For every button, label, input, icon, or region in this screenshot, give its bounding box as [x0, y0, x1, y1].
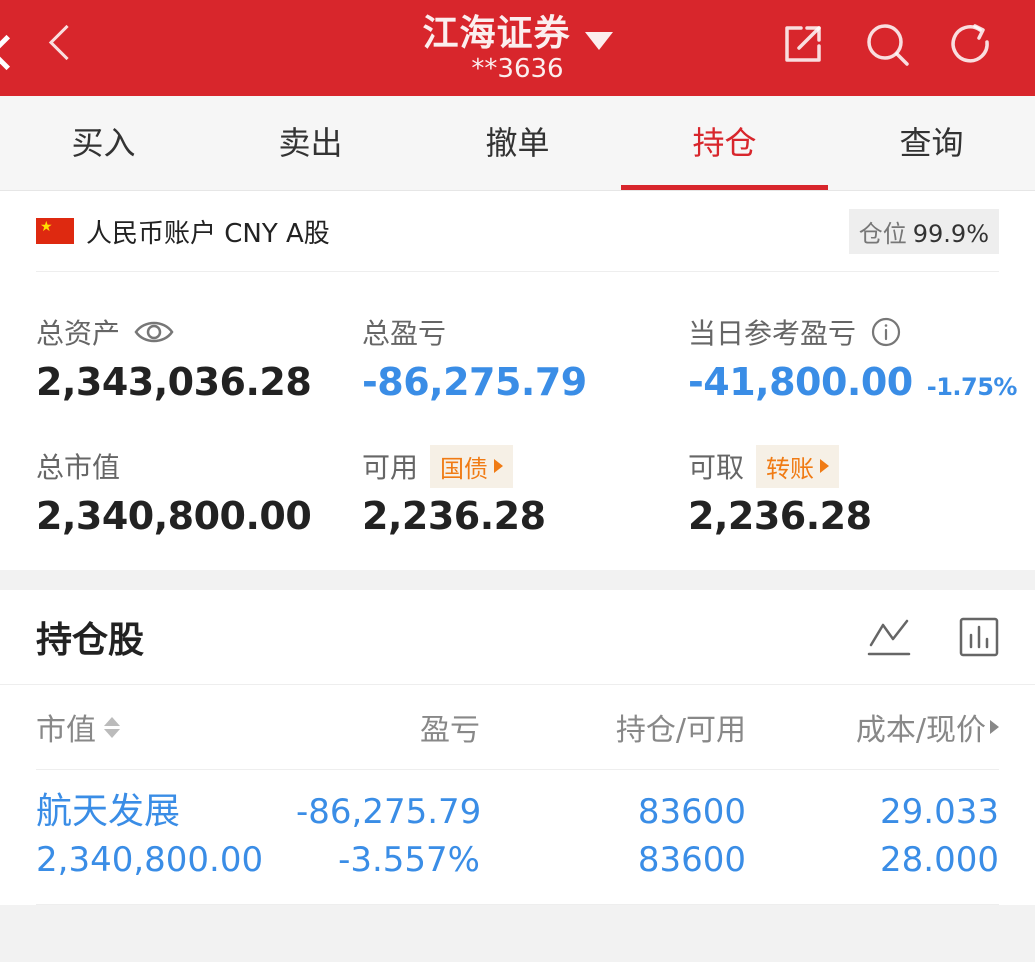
column-pnl: 盈亏 — [420, 713, 480, 748]
position-ratio-label: 仓位 — [858, 219, 907, 248]
holdings-title: 持仓股 — [36, 620, 145, 661]
transfer-link[interactable]: 转账 — [756, 444, 840, 488]
metric-total-assets: 总资产 2,343,036.28 — [36, 312, 362, 404]
stock-position: 83600 — [637, 792, 746, 832]
chevron-right-icon — [990, 720, 999, 734]
market-value-value: 2,340,800.00 — [36, 494, 312, 538]
total-pnl-value: -86,275.79 — [362, 360, 587, 404]
account-summary: ★ 人民币账户 CNY A股 仓位 99.9% 总资产 2,343,036.28 … — [0, 191, 1035, 570]
withdrawable-label: 可取 — [688, 451, 745, 484]
refresh-icon[interactable] — [947, 20, 995, 68]
tab-cancel[interactable]: 撤单 — [414, 96, 621, 190]
table-row[interactable]: 航天发展 2,340,800.00 -86,275.79 -3.557% 836… — [36, 770, 999, 905]
metric-daily-pnl: 当日参考盈亏 -41,800.00 -1.75% — [688, 312, 1017, 404]
bar-chart-icon[interactable] — [959, 617, 999, 657]
play-arrow-icon — [820, 459, 830, 473]
column-market-value[interactable]: 市值 — [36, 705, 296, 749]
available-label: 可用 — [362, 451, 419, 484]
play-arrow-icon — [494, 459, 504, 473]
metric-withdrawable: 可取 转账 2,236.28 — [688, 444, 1017, 538]
search-icon[interactable] — [863, 20, 911, 68]
stock-available: 83600 — [637, 840, 746, 880]
tab-buy[interactable]: 买入 — [0, 96, 207, 190]
withdrawable-value: 2,236.28 — [688, 494, 872, 538]
stock-price: 28.000 — [880, 840, 999, 880]
trade-tabs: 买入 卖出 撤单 持仓 查询 — [0, 96, 1035, 191]
position-ratio-value: 99.9% — [912, 219, 989, 248]
total-pnl-label: 总盈亏 — [362, 317, 447, 350]
eye-icon[interactable] — [134, 319, 174, 345]
market-value-label: 总市值 — [36, 451, 121, 484]
tab-sell[interactable]: 卖出 — [207, 96, 414, 190]
available-value: 2,236.28 — [362, 494, 546, 538]
broker-name: 江海证券 — [422, 13, 571, 54]
share-icon[interactable] — [779, 20, 827, 68]
metric-available: 可用 国债 2,236.28 — [362, 444, 688, 538]
holdings-section: 持仓股 市值 盈亏 持仓/可用 成本/现价 航天发展 2,340,800.00 … — [0, 590, 1035, 905]
line-chart-icon[interactable] — [867, 617, 911, 657]
daily-pnl-label: 当日参考盈亏 — [688, 317, 857, 350]
treasury-bond-link[interactable]: 国债 — [430, 444, 514, 488]
holdings-column-headers: 市值 盈亏 持仓/可用 成本/现价 — [36, 685, 999, 770]
stock-pnl: -86,275.79 — [296, 792, 482, 832]
stock-cost: 29.033 — [880, 792, 999, 832]
metric-market-value: 总市值 2,340,800.00 — [36, 446, 362, 538]
app-header: 江海证券 **3636 — [0, 0, 1035, 96]
daily-pnl-percent: -1.75% — [926, 373, 1018, 401]
tab-positions[interactable]: 持仓 — [621, 96, 828, 190]
stock-name: 航天发展 — [36, 791, 181, 832]
stock-pnl-percent: -3.557% — [338, 840, 480, 880]
total-assets-value: 2,343,036.28 — [36, 360, 312, 404]
position-ratio-badge: 仓位 99.9% — [848, 208, 999, 254]
stock-market-value: 2,340,800.00 — [36, 840, 264, 880]
column-position: 持仓/可用 — [615, 713, 746, 748]
column-cost-price[interactable]: 成本/现价 — [746, 705, 999, 749]
caret-down-icon — [584, 31, 613, 50]
account-label: 人民币账户 CNY A股 — [86, 218, 330, 249]
sort-icon — [104, 716, 120, 738]
asset-metrics: 总资产 2,343,036.28 总盈亏 -86,275.79 当日参考盈亏 -… — [36, 272, 1017, 570]
tab-query[interactable]: 查询 — [828, 96, 1035, 190]
metric-total-pnl: 总盈亏 -86,275.79 — [362, 312, 688, 404]
china-flag-icon: ★ — [36, 218, 74, 244]
info-icon[interactable] — [870, 316, 902, 348]
daily-pnl-value: -41,800.00 — [688, 360, 913, 404]
total-assets-label: 总资产 — [36, 317, 121, 350]
